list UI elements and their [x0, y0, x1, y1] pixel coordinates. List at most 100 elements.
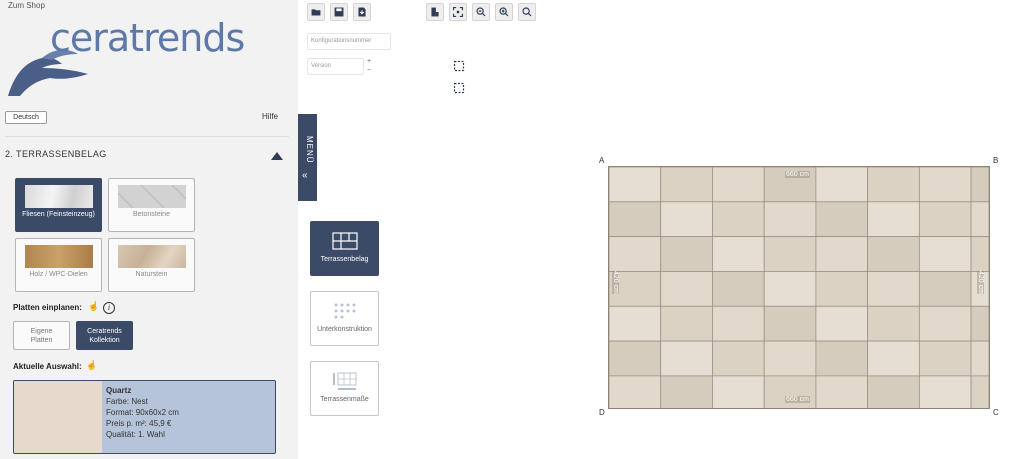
wood-thumbnail	[25, 245, 93, 268]
tile	[815, 340, 869, 377]
product-format: Format: 90x60x2 cm	[106, 408, 179, 417]
tool-label: Unterkonstruktion	[317, 326, 372, 333]
category-tiles[interactable]: Fliesen (Feinsteinzeug)	[15, 178, 102, 232]
selection-details: Quartz Farbe: Nest Format: 90x60x2 cm Pr…	[106, 385, 179, 440]
tile	[815, 201, 869, 238]
corner-d-label: D	[599, 408, 605, 417]
tile	[609, 340, 662, 377]
tile	[763, 305, 817, 342]
tile	[867, 375, 920, 408]
save-icon[interactable]	[330, 3, 348, 21]
tile	[815, 305, 869, 342]
zoom-out-icon[interactable]	[472, 3, 490, 21]
zoom-fit-icon[interactable]	[449, 3, 467, 21]
tile	[970, 201, 989, 238]
stone-thumbnail	[118, 245, 186, 268]
tile	[918, 201, 972, 238]
version-minus-button[interactable]: −	[367, 67, 371, 74]
plan-canvas[interactable]: A B D C 660 cm 660 cm 420 cm 420 cm	[596, 156, 1004, 417]
tile	[867, 236, 920, 272]
double-chevron-left-icon: «	[302, 170, 308, 181]
info-icon[interactable]: i	[103, 302, 115, 314]
tile	[660, 201, 713, 238]
download-icon[interactable]	[353, 3, 371, 21]
tile	[712, 236, 765, 272]
corner-b-label: B	[993, 156, 999, 165]
tile	[660, 375, 713, 408]
tile	[763, 375, 817, 408]
tile	[609, 236, 662, 272]
category-label: Holz / WPC-Dielen	[29, 271, 88, 278]
tile	[609, 167, 662, 203]
collection-button[interactable]: Ceratrends Kollektion	[76, 321, 133, 350]
tile	[763, 201, 817, 238]
configurator-app: Zum Shop ceratrends Deutsch Hilfe 2. TER…	[0, 0, 1024, 459]
hand-pointer-icon[interactable]: ☝	[86, 360, 97, 371]
tile	[918, 340, 972, 377]
substructure-icon	[334, 303, 356, 319]
product-name: Quartz	[106, 386, 132, 395]
hand-pointer-icon[interactable]: ☝	[88, 301, 99, 312]
product-price: Preis p. m²: 45,9 €	[106, 419, 172, 428]
category-label: Naturstein	[135, 271, 168, 278]
tile	[763, 340, 817, 377]
folder-icon[interactable]	[307, 3, 325, 21]
language-button[interactable]: Deutsch	[5, 111, 47, 124]
tile	[712, 271, 765, 307]
collapse-arrow-icon[interactable]	[271, 152, 283, 160]
version-plus-button[interactable]: +	[367, 58, 371, 65]
logo: ceratrends	[6, 16, 245, 102]
help-link[interactable]: Hilfe	[262, 112, 278, 121]
tile	[918, 271, 972, 307]
planning-label: Platten einplanen:	[13, 303, 82, 312]
tile	[815, 375, 869, 408]
tool-label: Terrassenmaße	[320, 396, 369, 403]
section-title: 2. TERRASSENBELAG	[5, 149, 107, 159]
zoom-in-icon[interactable]	[495, 3, 513, 21]
tile	[867, 201, 920, 238]
category-label: Fliesen (Feinsteinzeug)	[22, 211, 95, 218]
own-plates-button[interactable]: Eigene Platten	[13, 321, 70, 350]
tile	[815, 167, 869, 203]
category-wood[interactable]: Holz / WPC-Dielen	[15, 238, 102, 292]
tile	[609, 305, 662, 342]
deselect-area-icon[interactable]	[453, 82, 465, 94]
tool-substructure[interactable]: Unterkonstruktion	[310, 291, 379, 346]
category-concrete[interactable]: Betonsteine	[108, 178, 195, 232]
category-label: Betonsteine	[133, 211, 170, 218]
terrace-plan[interactable]: 660 cm 660 cm 420 cm 420 cm	[608, 166, 990, 409]
sidebar: Zum Shop ceratrends Deutsch Hilfe 2. TER…	[0, 0, 298, 459]
tool-dimensions[interactable]: Terrassenmaße	[310, 361, 379, 416]
current-selection-label: Aktuelle Auswahl:	[13, 362, 82, 371]
tile	[918, 236, 972, 272]
zoom-reset-icon[interactable]	[518, 3, 536, 21]
selection-thumbnail	[14, 381, 102, 453]
current-selection-card[interactable]: Quartz Farbe: Nest Format: 90x60x2 cm Pr…	[13, 380, 276, 454]
corner-a-label: A	[599, 156, 605, 165]
tile	[918, 305, 972, 342]
version-field[interactable]: Version	[307, 58, 364, 75]
tile	[660, 236, 713, 272]
tile	[763, 271, 817, 307]
top-width-label: 660 cm	[785, 171, 810, 178]
tile	[970, 305, 989, 342]
tile	[867, 167, 920, 203]
corner-c-label: C	[993, 408, 999, 417]
menu-label: MENÜ	[305, 136, 314, 164]
tile	[660, 271, 713, 307]
page-settings-icon[interactable]	[426, 3, 444, 21]
menu-toggle[interactable]: MENÜ «	[298, 114, 317, 201]
tile	[815, 236, 869, 272]
tile	[609, 375, 662, 408]
shop-link[interactable]: Zum Shop	[8, 1, 45, 10]
select-area-icon[interactable]	[453, 60, 465, 72]
tile-grid	[609, 167, 989, 408]
config-number-field[interactable]: Konfigurationsnummer	[307, 33, 391, 50]
tool-label: Terrassenbelag	[320, 256, 369, 263]
category-natural-stone[interactable]: Naturstein	[108, 238, 195, 292]
tile	[712, 167, 765, 203]
tool-terrace-covering[interactable]: Terrassenbelag	[310, 221, 379, 276]
tile	[867, 271, 920, 307]
tile	[918, 375, 972, 408]
product-quality: Qualität: 1. Wahl	[106, 430, 165, 439]
